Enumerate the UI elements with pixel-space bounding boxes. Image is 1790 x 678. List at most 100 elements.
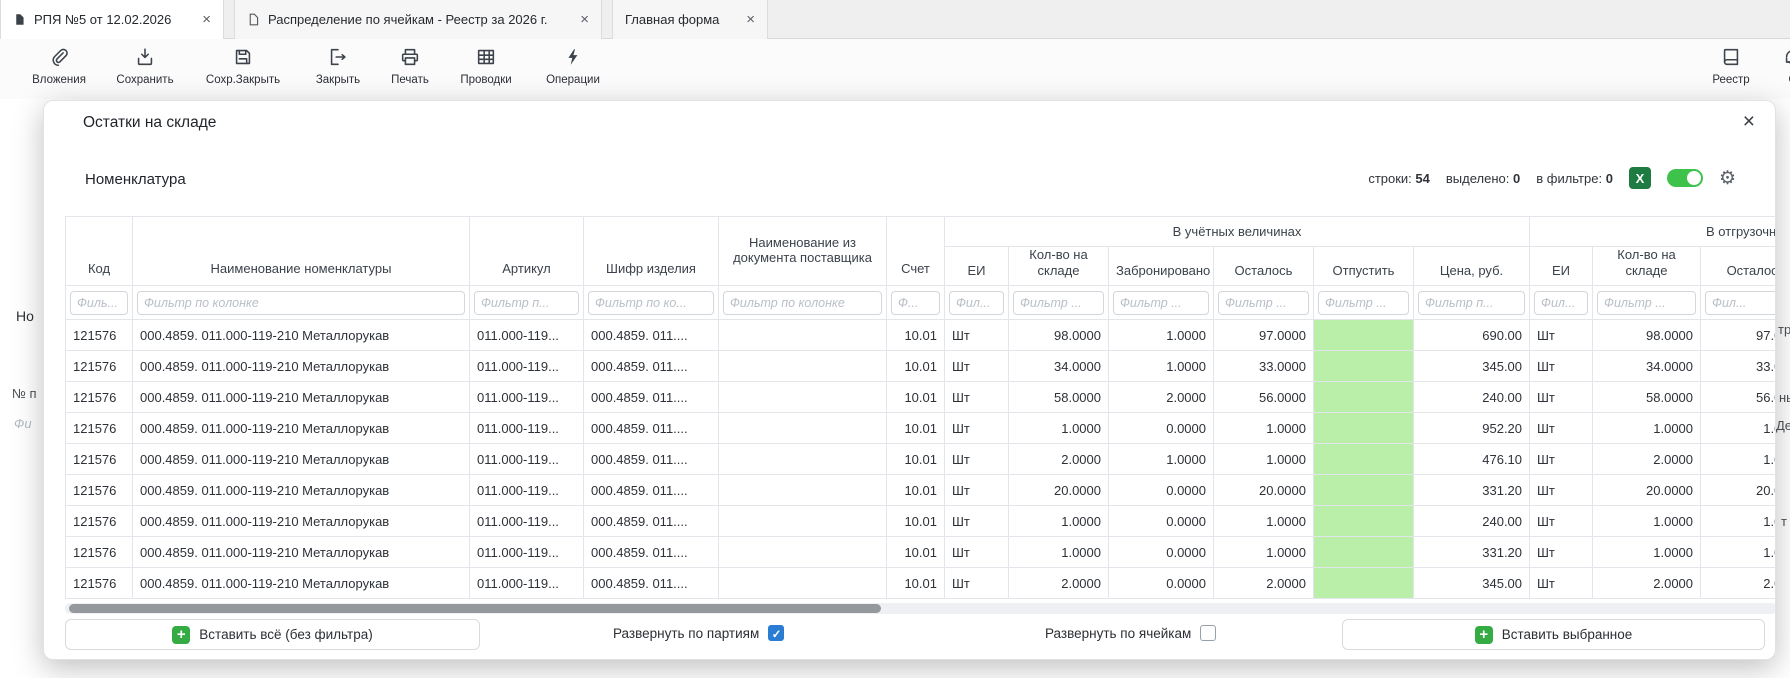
column-header-release[interactable]: Отпустить xyxy=(1314,247,1414,286)
column-header-code[interactable]: Код xyxy=(66,217,133,286)
cell-release[interactable] xyxy=(1314,475,1414,506)
cell-release[interactable] xyxy=(1314,444,1414,475)
tab-main-form[interactable]: Главная форма × xyxy=(612,0,768,39)
column-filter-input[interactable] xyxy=(891,291,940,315)
column-header-supplier_doc_name[interactable]: Наименование из документа поставщика xyxy=(719,217,887,286)
column-filter-input[interactable] xyxy=(1218,291,1309,315)
table-row[interactable]: 121576000.4859. 011.000-119-210 Металлор… xyxy=(66,382,1777,413)
toolbar-label: Проводки xyxy=(460,74,511,86)
tab-rpya[interactable]: РПЯ №5 от 12.02.2026 × xyxy=(0,0,224,39)
column-filter-input[interactable] xyxy=(70,291,128,315)
cell-cipher: 000.4859. 011.... xyxy=(584,537,719,568)
cell-release[interactable] xyxy=(1314,413,1414,444)
cell-release[interactable] xyxy=(1314,568,1414,599)
cell-account: 10.01 xyxy=(887,537,945,568)
view-toggle[interactable] xyxy=(1667,169,1703,187)
column-filter-input[interactable] xyxy=(723,291,882,315)
column-filter-input[interactable] xyxy=(474,291,579,315)
tab-close-icon[interactable]: × xyxy=(196,12,211,27)
column-header-unit[interactable]: ЕИ xyxy=(945,247,1009,286)
column-header-cipher[interactable]: Шифр изделия xyxy=(584,217,719,286)
column-filter-input[interactable] xyxy=(949,291,1004,315)
column-filter-input[interactable] xyxy=(1534,291,1588,315)
cell-unit: Шт xyxy=(945,351,1009,382)
cell-qty_in_stock: 20.0000 xyxy=(1009,475,1109,506)
table-row[interactable]: 121576000.4859. 011.000-119-210 Металлор… xyxy=(66,475,1777,506)
cell-unit2: Шт xyxy=(1530,382,1593,413)
cell-cipher: 000.4859. 011.... xyxy=(584,506,719,537)
cell-cipher: 000.4859. 011.... xyxy=(584,382,719,413)
column-header-price[interactable]: Цена, руб. xyxy=(1414,247,1530,286)
tab-close-icon[interactable]: × xyxy=(740,12,755,27)
insert-all-button[interactable]: + Вставить всё (без фильтра) xyxy=(65,619,480,650)
cell-release[interactable] xyxy=(1314,382,1414,413)
toolbar-label: Закрыть xyxy=(316,74,360,86)
cell-unit: Шт xyxy=(945,382,1009,413)
toolbar-button-operations[interactable]: Операции xyxy=(538,46,608,86)
cell-account: 10.01 xyxy=(887,320,945,351)
table-row[interactable]: 121576000.4859. 011.000-119-210 Металлор… xyxy=(66,537,1777,568)
column-header-article[interactable]: Артикул xyxy=(470,217,584,286)
column-filter-input[interactable] xyxy=(1113,291,1209,315)
cell-price: 476.10 xyxy=(1414,444,1530,475)
column-filter-input[interactable] xyxy=(1705,291,1776,315)
toolbar-button-save-close[interactable]: Сохр.Закрыть xyxy=(201,46,285,86)
column-header-qty_in_stock2[interactable]: Кол-во на складе xyxy=(1593,247,1701,286)
toolbar-button-registry[interactable]: Реестр xyxy=(1696,46,1766,86)
cell-qty_in_stock2: 1.0000 xyxy=(1593,537,1701,568)
cell-remaining: 2.0000 xyxy=(1214,568,1314,599)
gear-icon[interactable]: ⚙ xyxy=(1719,169,1736,188)
expand-cells-option[interactable]: Развернуть по ячейкам xyxy=(1045,625,1216,641)
expand-batches-checkbox[interactable] xyxy=(768,625,784,641)
column-header-account[interactable]: Счет xyxy=(887,217,945,286)
table-row[interactable]: 121576000.4859. 011.000-119-210 Металлор… xyxy=(66,320,1777,351)
column-filter-input[interactable] xyxy=(1318,291,1409,315)
tab-label: Распределение по ячейкам - Реестр за 202… xyxy=(268,12,548,27)
column-header-name[interactable]: Наименование номенклатуры xyxy=(133,217,470,286)
column-header-remaining2[interactable]: Осталось xyxy=(1701,247,1776,286)
cell-unit: Шт xyxy=(945,506,1009,537)
column-filter-input[interactable] xyxy=(1418,291,1525,315)
table-row[interactable]: 121576000.4859. 011.000-119-210 Металлор… xyxy=(66,444,1777,475)
cut-toolbar-icon xyxy=(1782,46,1790,71)
column-filter-input[interactable] xyxy=(137,291,465,315)
cell-price: 240.00 xyxy=(1414,382,1530,413)
table-row[interactable]: 121576000.4859. 011.000-119-210 Металлор… xyxy=(66,506,1777,537)
dialog-close-icon[interactable]: × xyxy=(1743,107,1755,136)
toolbar-button-close[interactable]: Закрыть xyxy=(303,46,373,86)
cell-release[interactable] xyxy=(1314,537,1414,568)
table-row[interactable]: 121576000.4859. 011.000-119-210 Металлор… xyxy=(66,351,1777,382)
table-row[interactable]: 121576000.4859. 011.000-119-210 Металлор… xyxy=(66,413,1777,444)
cell-article: 011.000-119... xyxy=(470,475,584,506)
filter-cell xyxy=(1414,286,1530,320)
toolbar-button-cut[interactable]: О xyxy=(1758,46,1790,86)
insert-selected-button[interactable]: + Вставить выбранное xyxy=(1342,619,1765,650)
cell-release[interactable] xyxy=(1314,506,1414,537)
cell-remaining2: 20.0000 xyxy=(1701,475,1776,506)
column-header-remaining[interactable]: Осталось xyxy=(1214,247,1314,286)
toolbar-button-postings[interactable]: Проводки xyxy=(451,46,521,86)
cell-account: 10.01 xyxy=(887,382,945,413)
expand-batches-option[interactable]: Развернуть по партиям xyxy=(613,625,784,641)
toolbar-label: Вложения xyxy=(32,74,86,86)
tab-distribution-registry[interactable]: Распределение по ячейкам - Реестр за 202… xyxy=(234,0,602,39)
cell-release[interactable] xyxy=(1314,320,1414,351)
excel-export-button[interactable]: X xyxy=(1629,167,1651,189)
scrollbar-thumb[interactable] xyxy=(69,604,881,613)
column-filter-input[interactable] xyxy=(1597,291,1696,315)
horizontal-scrollbar[interactable] xyxy=(65,603,1776,614)
cell-price: 345.00 xyxy=(1414,351,1530,382)
cell-release[interactable] xyxy=(1314,351,1414,382)
tab-close-icon[interactable]: × xyxy=(574,12,589,27)
column-header-unit2[interactable]: ЕИ xyxy=(1530,247,1593,286)
expand-cells-checkbox[interactable] xyxy=(1200,625,1216,641)
column-header-qty_in_stock[interactable]: Кол-во на складе xyxy=(1009,247,1109,286)
cell-qty_in_stock: 1.0000 xyxy=(1009,537,1109,568)
column-header-reserved[interactable]: Забронировано xyxy=(1109,247,1214,286)
toolbar-button-attachments[interactable]: Вложения xyxy=(24,46,94,86)
toolbar-button-save[interactable]: Сохранить xyxy=(110,46,180,86)
column-filter-input[interactable] xyxy=(588,291,714,315)
table-row[interactable]: 121576000.4859. 011.000-119-210 Металлор… xyxy=(66,568,1777,599)
column-filter-input[interactable] xyxy=(1013,291,1104,315)
toolbar-button-print[interactable]: Печать xyxy=(375,46,445,86)
